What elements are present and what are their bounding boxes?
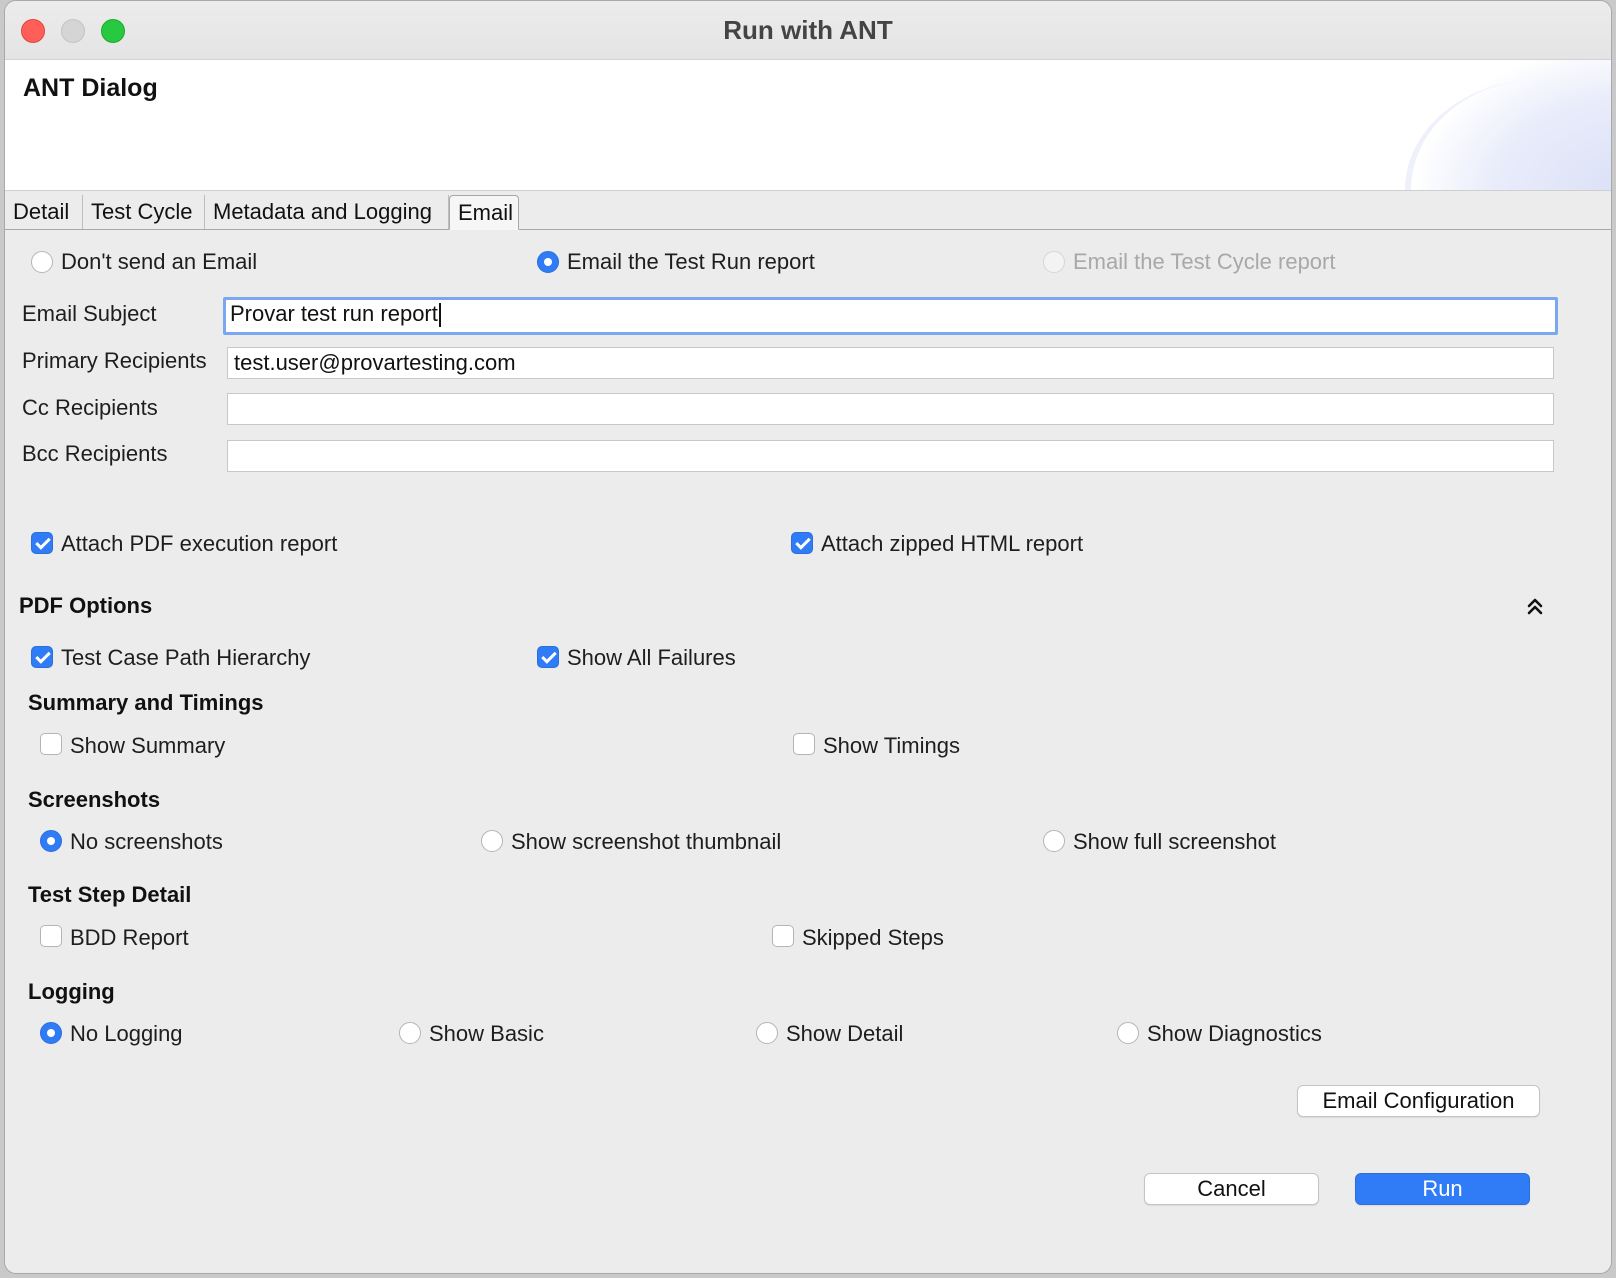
primary-recipients-label: Primary Recipients	[22, 348, 207, 373]
email-subject-field[interactable]: Provar test run report	[223, 297, 1558, 335]
summary-and-timings-heading: Summary and Timings	[28, 690, 264, 715]
radio-no-logging[interactable]	[40, 1022, 62, 1044]
skipped-steps-label: Skipped Steps	[802, 925, 944, 950]
skipped-steps-checkbox[interactable]	[772, 925, 794, 947]
radio-label-show-screenshot-thumbnail: Show screenshot thumbnail	[511, 829, 782, 854]
radio-label-show-basic: Show Basic	[429, 1021, 544, 1046]
radio-label-show-full-screenshot: Show full screenshot	[1073, 829, 1276, 854]
run-with-ant-window: Run with ANT ANT Dialog Detail Test Cycl…	[4, 0, 1612, 1274]
dialog-title: ANT Dialog	[23, 74, 158, 102]
attach-html-label: Attach zipped HTML report	[821, 531, 1084, 556]
email-configuration-button[interactable]: Email Configuration	[1297, 1085, 1540, 1117]
tab-bar: Detail Test Cycle Metadata and Logging E…	[5, 195, 1611, 230]
banner-decoration-arc	[1405, 80, 1611, 190]
cc-recipients-label: Cc Recipients	[22, 395, 158, 420]
test-case-path-hierarchy-checkbox[interactable]	[31, 646, 53, 668]
show-summary-label: Show Summary	[70, 733, 226, 758]
radio-email-test-run-report[interactable]	[537, 251, 559, 273]
bcc-recipients-label: Bcc Recipients	[22, 441, 168, 466]
radio-email-test-cycle-report	[1043, 251, 1065, 273]
email-subject-value: Provar test run report	[230, 301, 438, 326]
radio-label-no-logging: No Logging	[70, 1021, 183, 1046]
tab-metadata-and-logging[interactable]: Metadata and Logging	[205, 195, 449, 229]
show-summary-checkbox[interactable]	[40, 733, 62, 755]
radio-show-basic[interactable]	[399, 1022, 421, 1044]
show-all-failures-checkbox[interactable]	[537, 646, 559, 668]
attach-html-checkbox[interactable]	[791, 532, 813, 554]
radio-label-dont-send-email: Don't send an Email	[61, 249, 258, 274]
email-subject-label: Email Subject	[22, 301, 157, 326]
dialog-banner: ANT Dialog	[5, 60, 1611, 191]
radio-no-screenshots[interactable]	[40, 830, 62, 852]
cancel-button[interactable]: Cancel	[1144, 1173, 1319, 1205]
radio-show-full-screenshot[interactable]	[1043, 830, 1065, 852]
attach-pdf-label: Attach PDF execution report	[61, 531, 338, 556]
cc-recipients-field[interactable]	[227, 393, 1554, 425]
radio-label-no-screenshots: No screenshots	[70, 829, 223, 854]
radio-label-show-diagnostics: Show Diagnostics	[1147, 1021, 1322, 1046]
show-timings-checkbox[interactable]	[793, 733, 815, 755]
radio-show-detail[interactable]	[756, 1022, 778, 1044]
run-button[interactable]: Run	[1355, 1173, 1530, 1205]
radio-label-email-test-cycle-report: Email the Test Cycle report	[1073, 249, 1336, 274]
text-caret	[438, 303, 441, 328]
tab-email[interactable]: Email	[449, 195, 519, 230]
chevron-double-up-icon[interactable]	[1524, 595, 1546, 617]
radio-show-screenshot-thumbnail[interactable]	[481, 830, 503, 852]
tab-detail[interactable]: Detail	[5, 195, 83, 229]
screenshots-heading: Screenshots	[28, 787, 161, 812]
show-timings-label: Show Timings	[823, 733, 960, 758]
bcc-recipients-field[interactable]	[227, 440, 1554, 472]
bdd-report-checkbox[interactable]	[40, 925, 62, 947]
test-case-path-hierarchy-label: Test Case Path Hierarchy	[61, 645, 311, 670]
radio-label-show-detail: Show Detail	[786, 1021, 904, 1046]
window-title: Run with ANT	[723, 15, 893, 45]
primary-recipients-field[interactable]: test.user@provartesting.com	[227, 347, 1554, 379]
radio-dont-send-email[interactable]	[31, 251, 53, 273]
bdd-report-label: BDD Report	[70, 925, 189, 950]
logging-heading: Logging	[28, 979, 115, 1004]
pdf-options-heading: PDF Options	[19, 593, 153, 618]
tab-test-cycle[interactable]: Test Cycle	[83, 195, 205, 229]
radio-label-email-test-run-report: Email the Test Run report	[567, 249, 815, 274]
radio-show-diagnostics[interactable]	[1117, 1022, 1139, 1044]
title-bar: Run with ANT	[5, 1, 1611, 60]
show-all-failures-label: Show All Failures	[567, 645, 736, 670]
test-step-detail-heading: Test Step Detail	[28, 882, 192, 907]
attach-pdf-checkbox[interactable]	[31, 532, 53, 554]
